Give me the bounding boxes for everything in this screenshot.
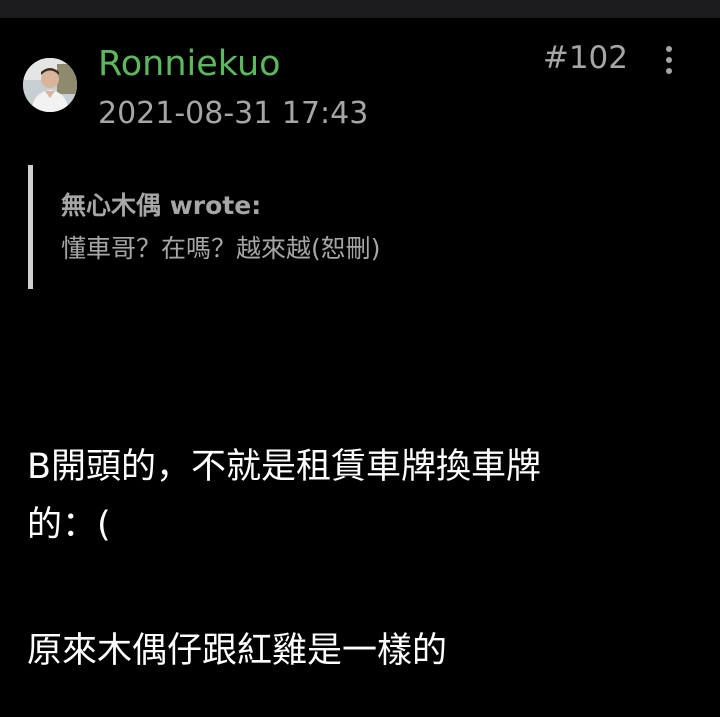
post-body-line: 原來木偶仔跟紅雞是一樣的 bbox=[27, 631, 448, 671]
forum-post: Ronniekuo 2021-08-31 17:43 #102 無心木偶 wro… bbox=[0, 18, 720, 717]
more-dot bbox=[666, 68, 672, 74]
more-vertical-icon[interactable] bbox=[656, 42, 682, 78]
post-body-line: 的：( bbox=[27, 505, 111, 545]
quote-text: 懂車哥？在嗎？越來越(恕刪) bbox=[61, 234, 381, 263]
more-dot bbox=[666, 57, 672, 63]
post-timestamp: 2021-08-31 17:43 bbox=[98, 96, 369, 131]
more-dot bbox=[666, 46, 672, 52]
top-bar bbox=[0, 0, 720, 18]
quote-author: 無心木偶 wrote: bbox=[61, 191, 262, 220]
username-link[interactable]: Ronniekuo bbox=[98, 42, 281, 86]
post-number[interactable]: #102 bbox=[543, 38, 628, 78]
avatar[interactable] bbox=[23, 58, 77, 112]
quote-block: 無心木偶 wrote: 懂車哥？在嗎？越來越(恕刪) bbox=[28, 165, 693, 289]
avatar-photo bbox=[23, 58, 77, 112]
post-body-line: B開頭的，不就是租賃車牌換車牌 bbox=[27, 447, 542, 487]
